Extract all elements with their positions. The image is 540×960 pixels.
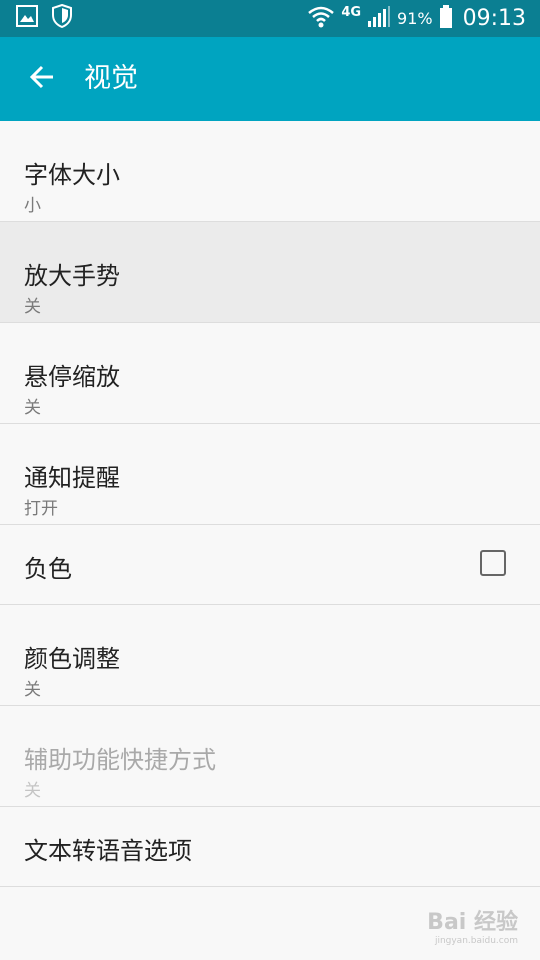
settings-list: 字体大小 小 放大手势 关 悬停缩放 关 通知提醒 打开 负色 颜色调整 关 辅…: [0, 121, 540, 887]
wifi-icon: [307, 5, 335, 33]
battery-percent: 91%: [397, 9, 433, 28]
item-label: 辅助功能快捷方式: [24, 746, 216, 774]
watermark-sub: jingyan.baidu.com: [434, 936, 518, 946]
font-size-item[interactable]: 字体大小 小: [0, 121, 540, 222]
hover-zoom-item[interactable]: 悬停缩放 关: [0, 323, 540, 424]
page-title: 视觉: [84, 63, 138, 94]
back-button[interactable]: [22, 59, 62, 99]
battery-icon: [439, 4, 453, 33]
item-label: 字体大小: [24, 161, 120, 189]
item-value: 关: [24, 680, 41, 700]
network-type-label: 4G: [341, 5, 362, 20]
item-label: 文本转语音选项: [24, 837, 192, 865]
magnification-gestures-item[interactable]: 放大手势 关: [0, 222, 540, 323]
item-label: 放大手势: [24, 262, 120, 290]
negative-colors-checkbox[interactable]: [480, 550, 506, 576]
status-bar: 4G 91% 09:13: [0, 0, 540, 37]
notification-icons: [16, 3, 72, 32]
signal-icon: [367, 5, 391, 32]
item-value: 小: [24, 196, 41, 216]
item-label: 负色: [24, 555, 72, 583]
watermark: Bai 经验 jingyan.baidu.com: [427, 904, 518, 946]
watermark-text: Bai 经验: [427, 910, 518, 935]
accessibility-shortcut-item: 辅助功能快捷方式 关: [0, 706, 540, 807]
item-label: 悬停缩放: [24, 363, 120, 391]
gallery-icon: [16, 5, 38, 31]
item-value: 关: [24, 398, 41, 418]
item-label: 颜色调整: [24, 645, 120, 673]
item-value: 关: [24, 297, 41, 317]
app-bar: 视觉: [0, 37, 540, 121]
item-value: 打开: [24, 499, 58, 519]
arrow-left-icon: [29, 64, 55, 94]
text-to-speech-item[interactable]: 文本转语音选项: [0, 807, 540, 887]
notification-reminder-item[interactable]: 通知提醒 打开: [0, 424, 540, 525]
color-adjustment-item[interactable]: 颜色调整 关: [0, 605, 540, 706]
item-value: 关: [24, 781, 41, 801]
clock: 09:13: [462, 6, 526, 31]
shield-icon: [52, 3, 72, 32]
item-label: 通知提醒: [24, 464, 120, 492]
status-right: 4G 91% 09:13: [307, 0, 526, 37]
negative-colors-item[interactable]: 负色: [0, 525, 540, 605]
